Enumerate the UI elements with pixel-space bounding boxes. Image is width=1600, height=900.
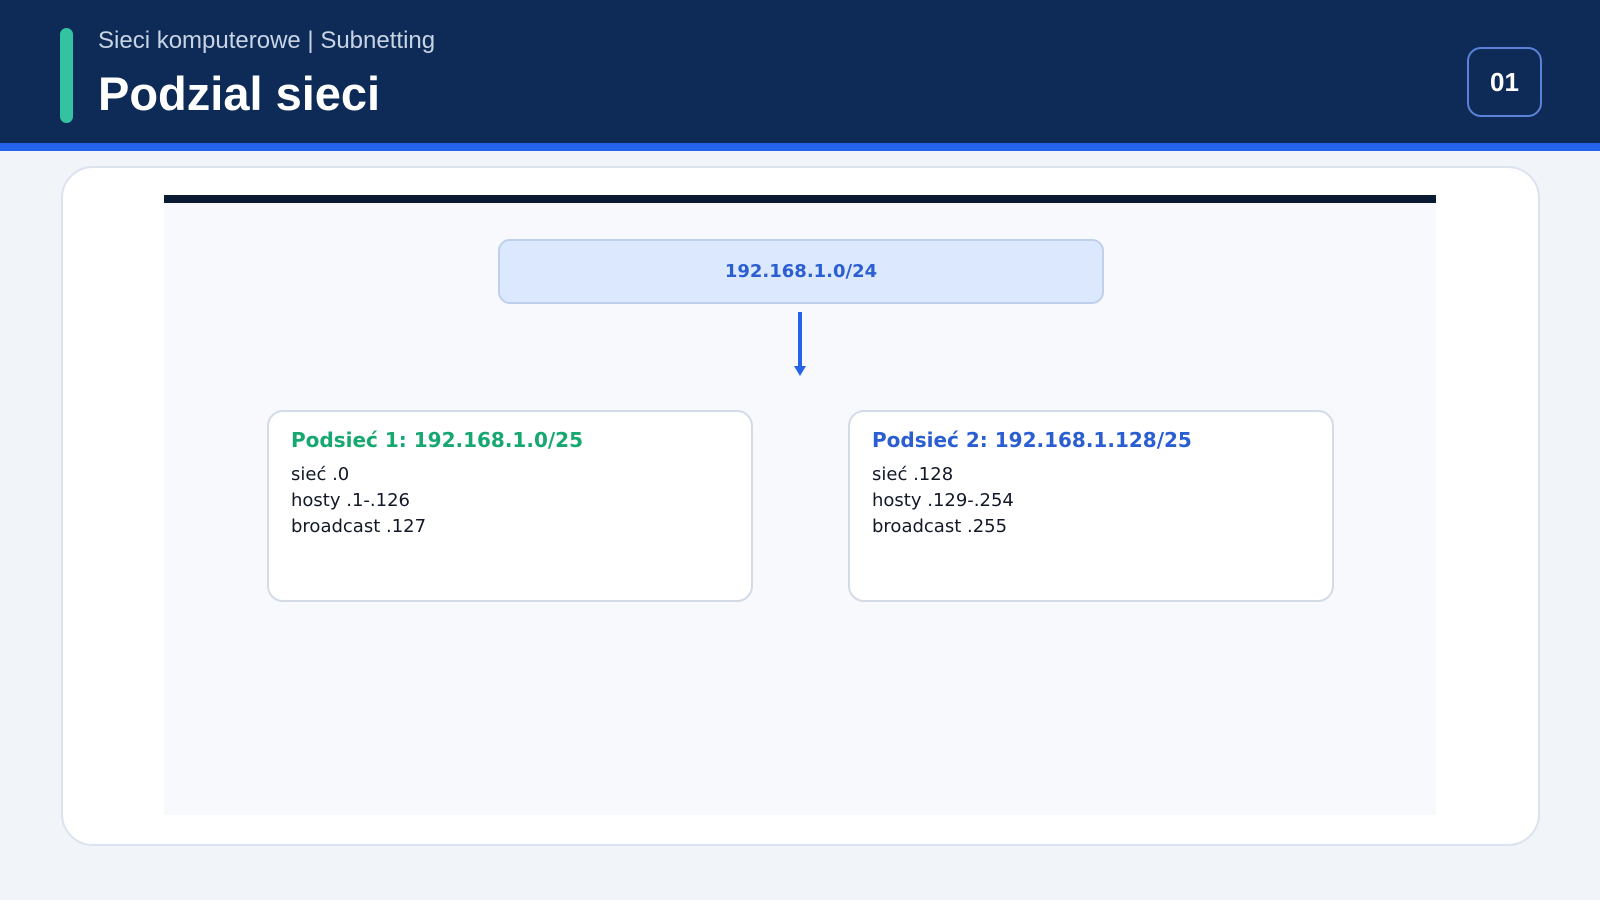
- down-arrow-icon: [794, 312, 806, 376]
- subnet-2-broadcast: broadcast .255: [872, 516, 1008, 537]
- accent-bar: [60, 28, 73, 123]
- slide-subtitle: Sieci komputerowe | Subnetting: [98, 27, 436, 54]
- diagram-top-bar: [164, 195, 1436, 203]
- subnet-diagram: 192.168.1.0/24 Podsieć 1: 192.168.1.0/25…: [164, 195, 1436, 815]
- subnet-2-box: Podsieć 2: 192.168.1.128/25 sieć .128 ho…: [848, 410, 1334, 602]
- subnet-1-network: sieć .0: [291, 464, 350, 485]
- slide-header: Sieci komputerowe | Subnetting Podzial s…: [0, 0, 1600, 143]
- slide-title: Podzial sieci: [98, 67, 381, 120]
- subnet-2-hosts: hosty .129-.254: [872, 490, 1014, 511]
- header-stripe: [0, 143, 1600, 151]
- subnet-1-title: Podsieć 1: 192.168.1.0/25: [291, 428, 583, 452]
- root-network-node: 192.168.1.0/24: [498, 239, 1104, 304]
- subnet-1-broadcast: broadcast .127: [291, 516, 427, 537]
- subnet-1-box: Podsieć 1: 192.168.1.0/25 sieć .0 hosty …: [267, 410, 753, 602]
- subnet-1-hosts: hosty .1-.126: [291, 490, 410, 511]
- subnet-2-network: sieć .128: [872, 464, 954, 485]
- subnet-2-title: Podsieć 2: 192.168.1.128/25: [872, 428, 1192, 452]
- page-number-badge: 01: [1467, 47, 1542, 117]
